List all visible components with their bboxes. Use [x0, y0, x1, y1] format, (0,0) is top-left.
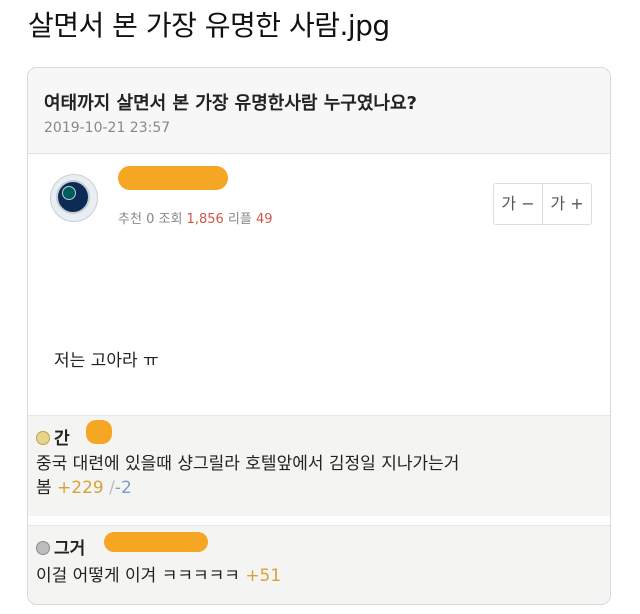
post-stats: 추천 0 조회 1,856 리플 49	[118, 208, 273, 227]
comment-text-line: 이걸 어떻게 이겨 ㅋㅋㅋㅋㅋ +51	[36, 564, 604, 588]
comment-author: 간	[36, 424, 70, 449]
post-card: 여태까지 살면서 본 가장 유명한사람 누구였나요? 2019-10-21 23…	[27, 67, 611, 605]
views-value: 1,856	[186, 212, 224, 227]
recommend-label: 추천	[118, 212, 142, 227]
redacted-author-name	[118, 166, 228, 190]
recommend-value: 0	[146, 212, 155, 227]
page-title: 살면서 본 가장 유명한 사람.jpg	[28, 9, 390, 42]
comment-text: 중국 대련에 있을때 샹그릴라 호텔앞에서 김정일 지나가는거	[36, 454, 460, 474]
post-title: 여태까지 살면서 본 가장 유명한사람 누구였나요?	[44, 93, 417, 114]
font-size-controls: 가 − 가 +	[493, 183, 592, 225]
comment-text-continued: 봄 +229 /-2	[36, 476, 604, 500]
redacted-comment-name	[104, 532, 208, 552]
post-header: 여태까지 살면서 본 가장 유명한사람 누구였나요? 2019-10-21 23…	[28, 68, 610, 154]
comment-text-block: 중국 대련에 있을때 샹그릴라 호텔앞에서 김정일 지나가는거 봄 +229 /…	[36, 452, 604, 500]
comment-item: 간 중국 대련에 있을때 샹그릴라 호텔앞에서 김정일 지나가는거 봄 +229…	[28, 415, 610, 516]
comment-item: 그거 이걸 어떻게 이겨 ㅋㅋㅋㅋㅋ +51	[28, 525, 610, 604]
post-date: 2019-10-21 23:57	[44, 120, 171, 136]
gold-medal-icon	[36, 431, 50, 445]
comment-author: 그거	[36, 534, 85, 559]
comment-upvotes: +229	[57, 478, 104, 498]
comment-author-name: 그거	[54, 539, 86, 559]
font-decrease-button[interactable]: 가 −	[494, 184, 542, 224]
font-increase-button[interactable]: 가 +	[542, 184, 591, 224]
redacted-comment-name	[86, 420, 112, 444]
comment-author-name: 간	[54, 429, 70, 449]
team-logo-avatar-icon[interactable]	[50, 174, 98, 222]
comment-downvotes: -2	[114, 478, 132, 498]
comment-upvotes: +51	[245, 566, 282, 586]
comment-text: 이걸 어떻게 이겨 ㅋㅋㅋㅋㅋ	[36, 566, 240, 586]
gray-medal-icon	[36, 541, 50, 555]
replies-value: 49	[255, 212, 273, 227]
views-label: 조회	[158, 212, 183, 227]
replies-label: 리플	[227, 212, 252, 227]
post-body: 저는 고아라 ㅠ	[54, 351, 159, 371]
author-row	[28, 154, 610, 314]
comment-text-tail: 봄	[36, 478, 52, 498]
